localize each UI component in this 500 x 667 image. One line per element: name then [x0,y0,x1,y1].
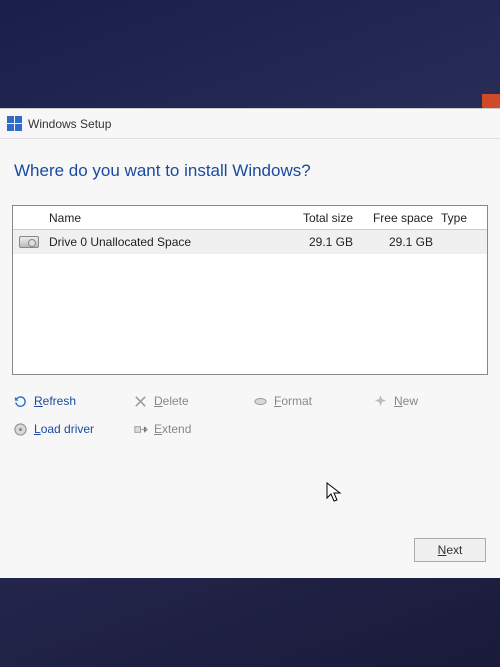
col-total: Total size [277,211,357,225]
extend-button: Extend [132,419,248,439]
new-icon [372,393,388,409]
drive-free: 29.1 GB [357,235,437,249]
refresh-label: Refresh [34,394,76,408]
format-icon [252,393,268,409]
refresh-icon [12,393,28,409]
window-close-hint [482,94,500,108]
format-label: Format [274,394,312,408]
drive-total: 29.1 GB [277,235,357,249]
titlebar: Windows Setup [0,109,500,139]
load-driver-button[interactable]: Load driver [12,419,128,439]
disk-list[interactable]: Name Total size Free space Type Drive 0 … [12,205,488,375]
delete-label: Delete [154,394,189,408]
col-name: Name [45,211,277,225]
drive-name: Drive 0 Unallocated Space [45,235,277,249]
new-label: New [394,394,418,408]
disk-row[interactable]: Drive 0 Unallocated Space 29.1 GB 29.1 G… [13,230,487,254]
load-driver-label: Load driver [34,422,94,436]
col-type: Type [437,211,487,225]
window-title: Windows Setup [28,117,111,131]
footer: Next [414,538,486,562]
extend-icon [132,421,148,437]
disk-list-header: Name Total size Free space Type [13,206,487,230]
extend-label: Extend [154,422,191,436]
new-button: New [372,391,488,411]
hdd-icon [13,236,45,248]
setup-window: Windows Setup Where do you want to insta… [0,108,500,578]
next-label-rest: ext [446,543,462,557]
page-heading: Where do you want to install Windows? [14,161,488,181]
format-button: Format [252,391,368,411]
delete-button: Delete [132,391,248,411]
col-free: Free space [357,211,437,225]
load-driver-icon [12,421,28,437]
disk-actions: Refresh Delete Format New [12,391,488,439]
next-button[interactable]: Next [414,538,486,562]
refresh-button[interactable]: Refresh [12,391,128,411]
content-area: Where do you want to install Windows? Na… [0,139,500,439]
windows-logo-icon [6,116,22,132]
delete-icon [132,393,148,409]
